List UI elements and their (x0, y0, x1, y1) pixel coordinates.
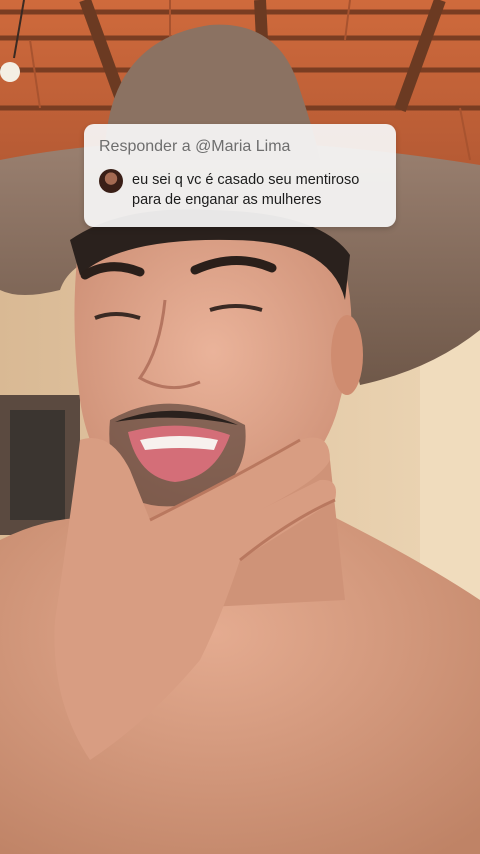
reply-header: Responder a @Maria Lima (99, 138, 291, 155)
comment-line-1: eu sei q vc é casado seu mentiroso (132, 172, 360, 188)
reply-comment-card[interactable]: Responder a @Maria Lima eu sei q vc é ca… (84, 124, 396, 227)
comment-line-2: para de enganar as mulheres (132, 192, 322, 208)
commenter-avatar (99, 169, 123, 193)
comment-text: eu sei q vc é casado seu mentiroso para … (132, 170, 382, 210)
